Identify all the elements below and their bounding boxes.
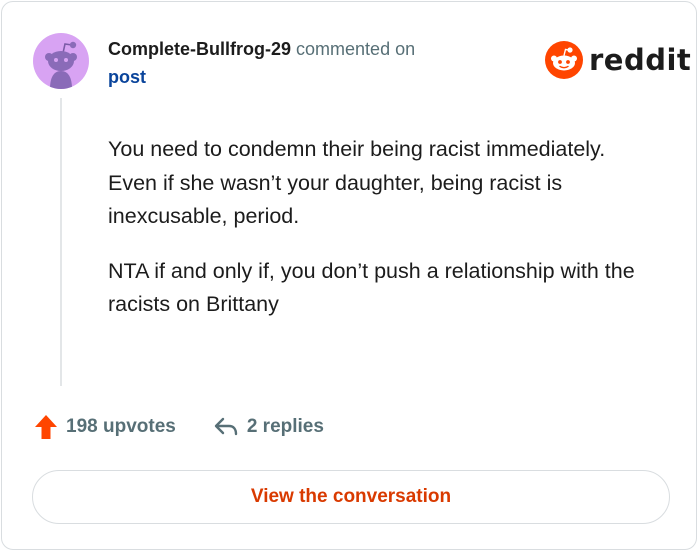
comment-paragraph-2: NTA if and only if, you don’t push a rel… (108, 258, 635, 317)
comment-action-text: commented on (296, 39, 416, 59)
user-avatar[interactable] (33, 33, 89, 89)
reply-count: 2 replies (246, 416, 324, 437)
reply-arrow-icon (214, 417, 238, 436)
upvote-arrow-icon (35, 415, 57, 439)
view-conversation-button[interactable]: View the conversation (32, 470, 670, 524)
reddit-wordmark: reddit (589, 43, 692, 77)
replies-button[interactable]: 2 replies (213, 415, 324, 439)
comment-card: Complete-Bullfrog-29 commented on post r… (1, 1, 697, 550)
upvote-button[interactable]: 198 upvotes (34, 414, 176, 440)
comment-header: Complete-Bullfrog-29 commented on post (108, 35, 528, 91)
comment-actions: 198 upvotes 2 replies (34, 412, 324, 442)
comment-author[interactable]: Complete-Bullfrog-29 (108, 39, 291, 59)
comment-body: You need to condemn their being racist i… (108, 133, 648, 343)
thread-line (60, 98, 62, 386)
reddit-logo[interactable]: reddit (545, 41, 691, 79)
reddit-alien-icon (545, 41, 583, 79)
snoo-avatar-icon (45, 41, 77, 89)
upvote-count: 198 upvotes (66, 416, 176, 437)
post-link[interactable]: post (108, 67, 146, 87)
comment-paragraph-1: You need to condemn their being racist i… (108, 137, 606, 228)
